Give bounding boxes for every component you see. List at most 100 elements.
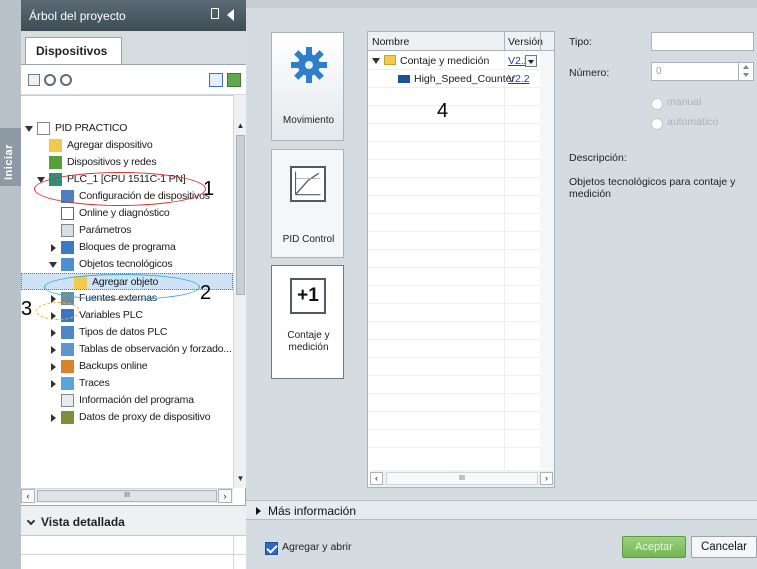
- tree-item-online-diagnostico[interactable]: Online y diagnóstico: [21, 205, 233, 222]
- category-movimiento-button[interactable]: Movimiento: [271, 32, 344, 141]
- grid-line: [368, 375, 540, 376]
- table-row[interactable]: High_Speed_Counter V2.2: [368, 70, 540, 88]
- network-icon: [49, 156, 62, 169]
- tree-item-backups-online[interactable]: Backups online: [21, 358, 233, 375]
- collapse-panel-icon[interactable]: [227, 9, 234, 21]
- tree-item-traces[interactable]: Traces: [21, 375, 233, 392]
- export-icon[interactable]: [227, 73, 241, 87]
- scroll-right-icon[interactable]: ›: [540, 472, 553, 485]
- tree-item-label: Backups online: [79, 360, 148, 372]
- left-side-strip: [0, 0, 21, 569]
- scroll-left-icon[interactable]: ‹: [370, 472, 383, 485]
- tree-item-datos-proxy[interactable]: Datos de proxy de dispositivo: [21, 409, 233, 426]
- tree-item-label: Tipos de datos PLC: [79, 326, 168, 338]
- expand-arrow-icon[interactable]: [49, 262, 57, 268]
- category-contaje-medicion-button[interactable]: +1 Contaje y medición: [271, 265, 344, 379]
- table-row[interactable]: Contaje y medición V2.2: [368, 52, 540, 70]
- pin-icon[interactable]: [211, 8, 219, 19]
- traces-icon: [61, 377, 74, 390]
- object-table-header: Nombre Versión: [368, 32, 554, 51]
- column-divider: [504, 32, 505, 51]
- numero-spinner[interactable]: [738, 62, 753, 81]
- gear-icon: [291, 47, 327, 83]
- version-link[interactable]: V2.2: [508, 70, 530, 88]
- tree-item-pid-practico[interactable]: PID PRACTICO: [21, 120, 233, 137]
- view-toggle-icon[interactable]: [209, 73, 223, 87]
- expand-arrow-icon[interactable]: [25, 126, 33, 132]
- manual-radio[interactable]: [651, 98, 663, 110]
- grid-line: [368, 393, 540, 394]
- detail-view-body: [21, 536, 246, 569]
- scroll-down-icon[interactable]: ▼: [235, 472, 246, 485]
- tab-dispositivos[interactable]: Dispositivos: [25, 37, 122, 64]
- parameters-icon: [61, 224, 74, 237]
- forward-icon[interactable]: [60, 74, 72, 86]
- tree-item-parametros[interactable]: Parámetros: [21, 222, 233, 239]
- grid-line: [368, 447, 540, 448]
- tree-item-agregar-dispositivo[interactable]: Agregar dispositivo: [21, 137, 233, 154]
- tree-item-dispositivos-redes[interactable]: Dispositivos y redes: [21, 154, 233, 171]
- table-horizontal-scrollbar[interactable]: ‹ III ›: [370, 470, 554, 487]
- more-info-bar[interactable]: Más información: [246, 500, 757, 520]
- automatico-radio[interactable]: [651, 118, 663, 130]
- watch-tables-icon: [61, 343, 74, 356]
- tree-item-label: Parámetros: [79, 224, 132, 236]
- scroll-thumb[interactable]: [236, 135, 245, 295]
- tree-item-objetos-tecnologicos[interactable]: Objetos tecnológicos: [21, 256, 233, 273]
- grid-line: [368, 123, 540, 124]
- agregar-abrir-checkbox[interactable]: [265, 542, 278, 555]
- expand-arrow-icon[interactable]: [51, 380, 56, 388]
- tree-item-tablas-observacion[interactable]: Tablas de observación y forzado...: [21, 341, 233, 358]
- scroll-thumb[interactable]: III: [37, 490, 217, 502]
- scroll-up-icon[interactable]: ▲: [235, 119, 246, 132]
- plc-datatypes-icon: [61, 326, 74, 339]
- scroll-left-icon[interactable]: ‹: [21, 489, 35, 503]
- tree-item-bloques-programa[interactable]: Bloques de programa: [21, 239, 233, 256]
- detail-view-header[interactable]: Vista detallada: [21, 505, 246, 536]
- expand-arrow-icon[interactable]: [51, 346, 56, 354]
- version-dropdown-icon[interactable]: [525, 55, 537, 67]
- tab-dispositivos-label: Dispositivos: [36, 44, 108, 58]
- iniciar-side-tab[interactable]: Iniciar: [0, 128, 21, 186]
- tree-horizontal-scrollbar[interactable]: ‹ III ›: [21, 488, 233, 503]
- accept-button[interactable]: Aceptar: [622, 536, 686, 558]
- expand-arrow-icon[interactable]: [51, 363, 56, 371]
- category-label: Contaje y medición: [287, 330, 330, 353]
- project-icon: [37, 122, 50, 135]
- diagnostic-icon: [61, 207, 74, 220]
- expand-arrow-icon[interactable]: [51, 329, 56, 337]
- cancel-button[interactable]: Cancelar: [691, 536, 757, 558]
- annotation-oval-red: [34, 172, 206, 206]
- tipo-field[interactable]: [651, 32, 754, 51]
- annotation-number-4: 4: [437, 100, 449, 122]
- expand-arrow-icon[interactable]: [372, 58, 380, 64]
- scroll-thumb[interactable]: III: [386, 472, 538, 485]
- column-divider: [504, 51, 505, 469]
- plus-one-icon: +1: [290, 278, 326, 314]
- grid-line: [368, 159, 540, 160]
- expand-arrow-icon[interactable]: [256, 507, 261, 515]
- tree-vertical-scrollbar[interactable]: ▲ ▼: [233, 95, 246, 488]
- category-pid-control-button[interactable]: PID Control: [271, 149, 344, 258]
- new-page-icon[interactable]: [28, 74, 40, 86]
- tree-item-label: Objetos tecnológicos: [79, 258, 173, 270]
- tree-item-label: Bloques de programa: [79, 241, 176, 253]
- column-divider: [540, 32, 541, 51]
- back-icon[interactable]: [44, 74, 56, 86]
- tree-item-info-programa[interactable]: Información del programa: [21, 392, 233, 409]
- tree-item-label: Dispositivos y redes: [67, 156, 157, 168]
- more-info-label: Más información: [268, 504, 357, 518]
- proxy-data-icon: [61, 411, 74, 424]
- numero-label: Número:: [569, 67, 610, 79]
- scroll-right-icon[interactable]: ›: [218, 489, 232, 503]
- tipo-label: Tipo:: [569, 36, 592, 48]
- chevron-down-icon[interactable]: [26, 516, 36, 526]
- column-header-nombre[interactable]: Nombre: [372, 36, 409, 48]
- tree-item-label: Datos de proxy de dispositivo: [79, 411, 211, 423]
- tree-item-tipos-datos-plc[interactable]: Tipos de datos PLC: [21, 324, 233, 341]
- expand-arrow-icon[interactable]: [51, 244, 56, 252]
- expand-arrow-icon[interactable]: [51, 414, 56, 422]
- column-header-version[interactable]: Versión: [508, 36, 543, 48]
- grid-line: [368, 429, 540, 430]
- annotation-oval-yellow: [36, 302, 80, 320]
